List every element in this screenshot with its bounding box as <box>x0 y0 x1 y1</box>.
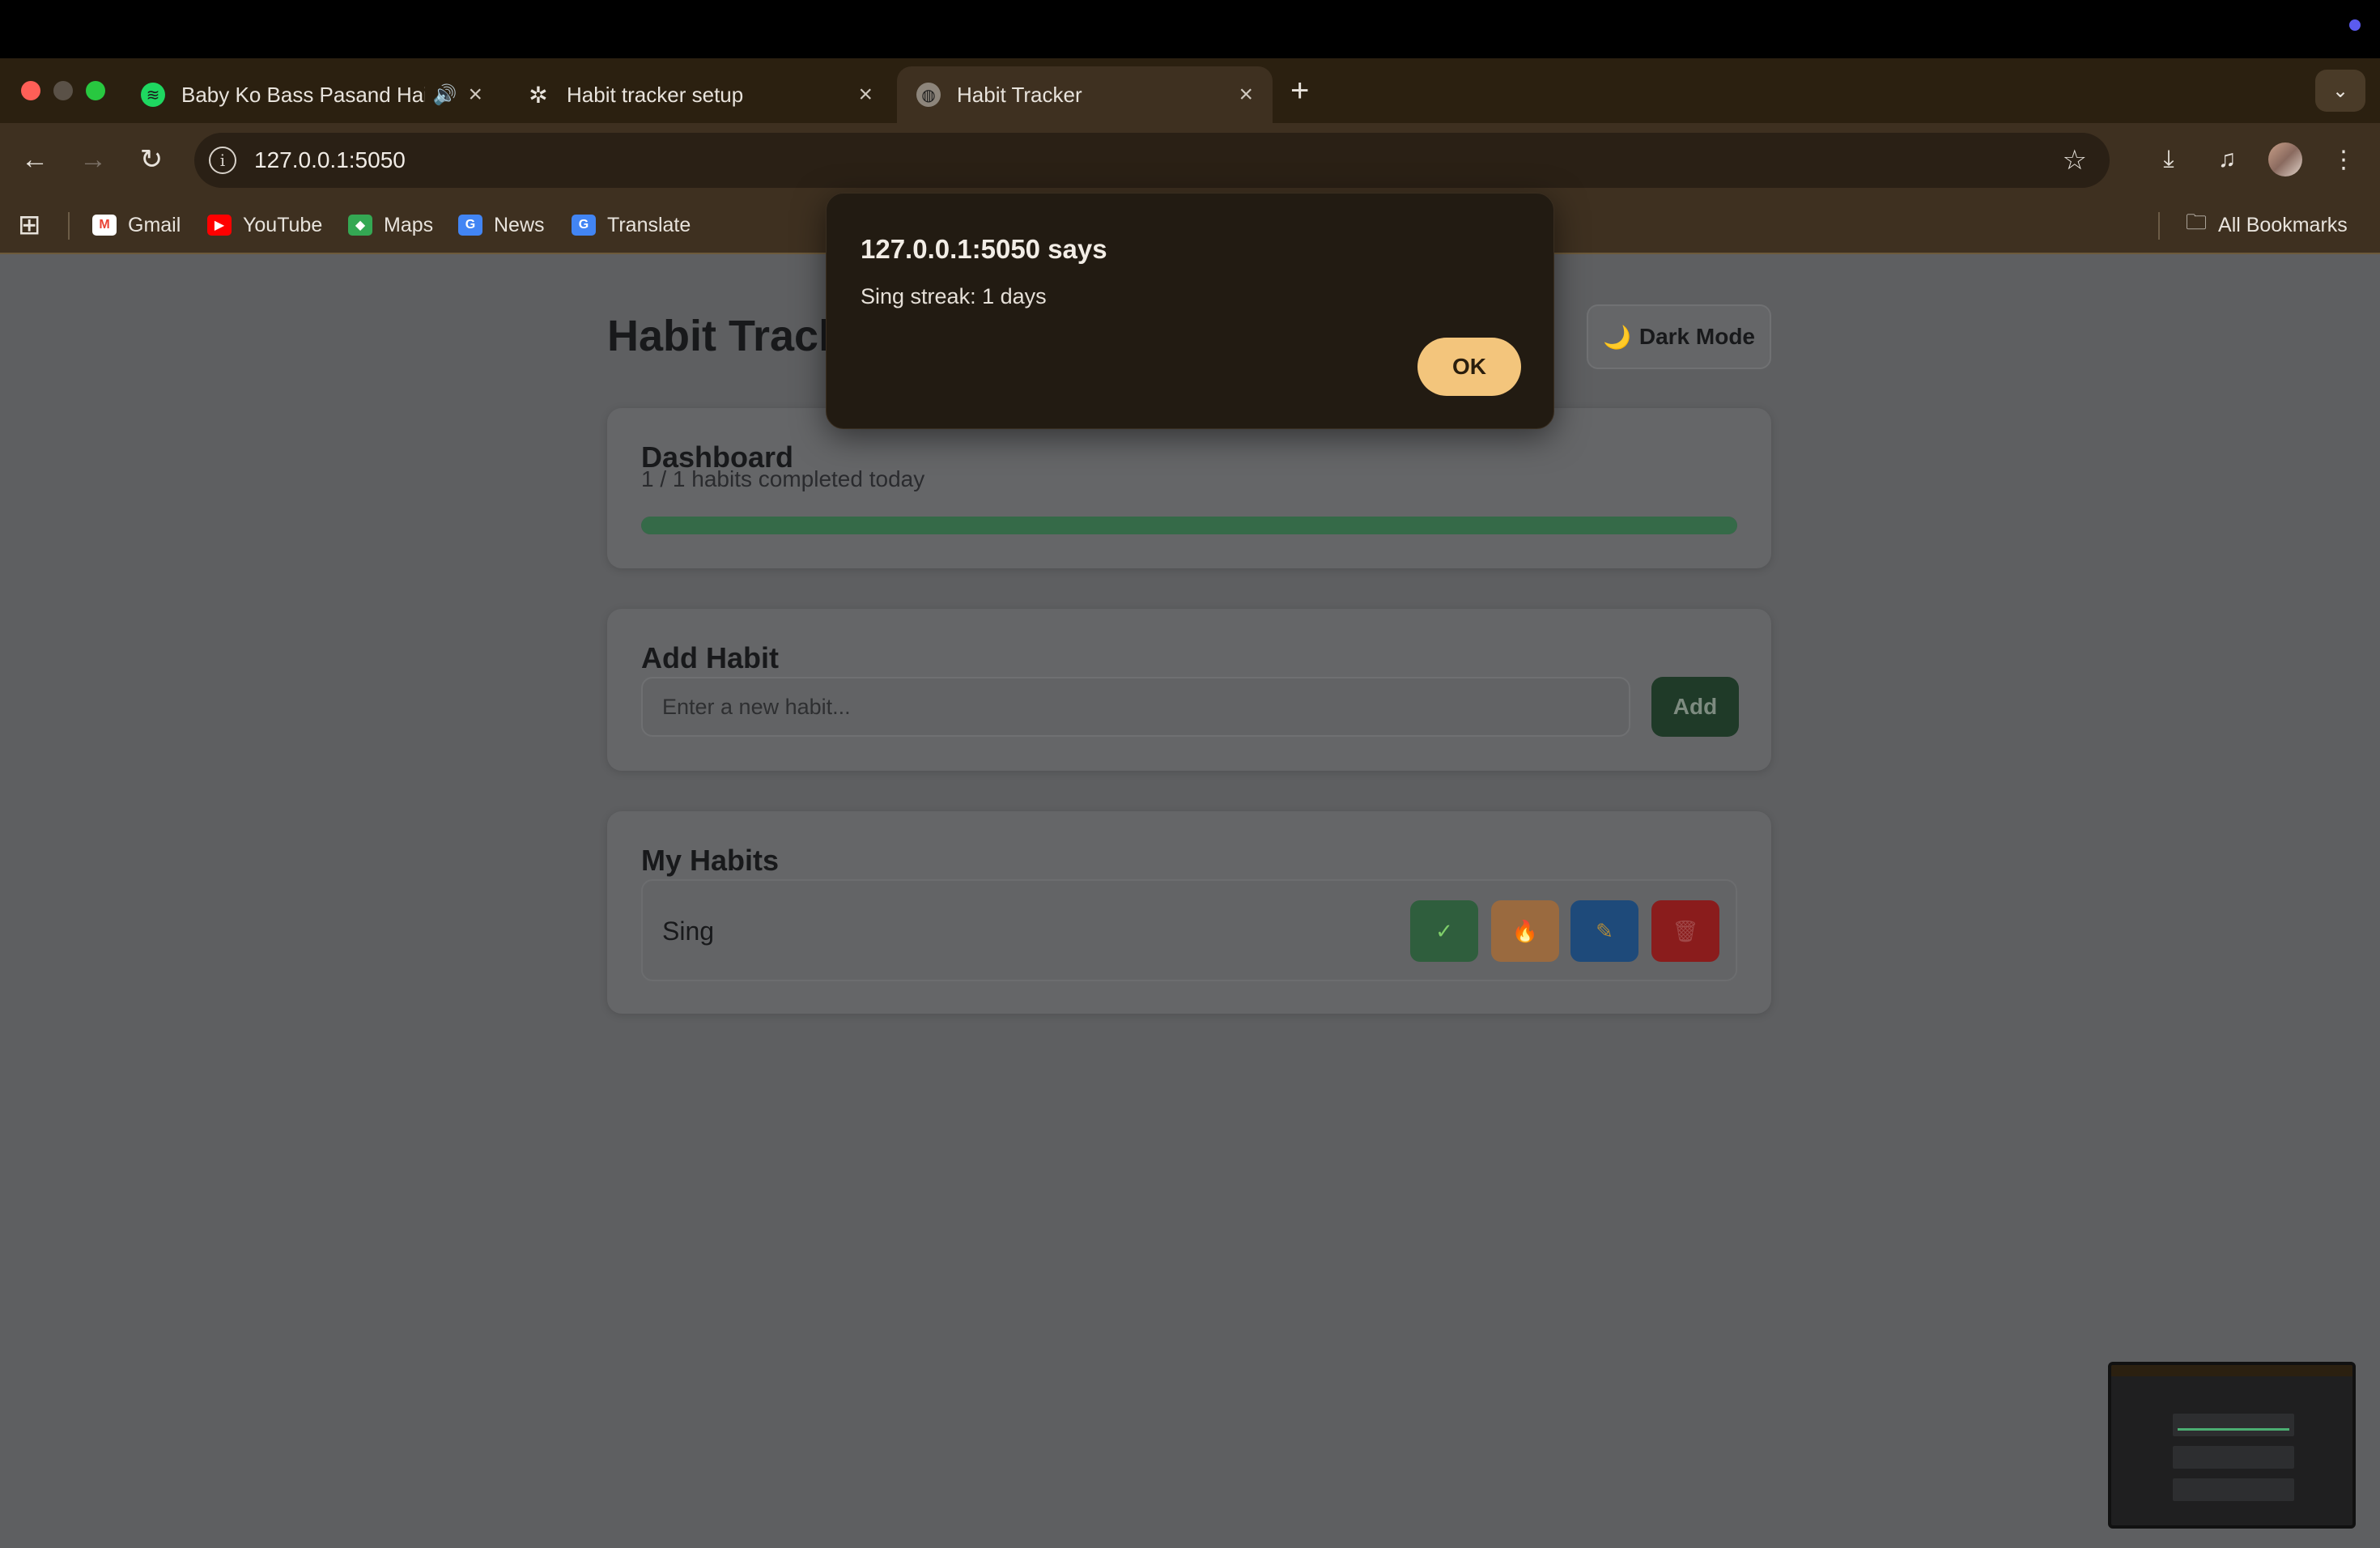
complete-habit-button[interactable]: ✓ <box>1410 900 1478 962</box>
close-tab-icon[interactable]: × <box>1239 81 1253 108</box>
spotify-icon: ≋ <box>141 83 165 107</box>
profile-avatar[interactable] <box>2268 142 2302 176</box>
progress-fill <box>641 517 1737 534</box>
url-input[interactable] <box>254 147 1711 173</box>
bookmark-divider <box>2158 212 2160 240</box>
browser-toolbar: ← → ↻ i ☆ ⤓ ♫ ⋮ <box>0 123 2380 198</box>
bookmark-youtube[interactable]: ▶ YouTube <box>207 211 322 240</box>
download-icon[interactable]: ⤓ <box>2148 139 2189 180</box>
back-icon[interactable]: ← <box>15 139 55 180</box>
bookmark-maps[interactable]: ◆ Maps <box>348 211 433 240</box>
tab-spotify[interactable]: ≋ Baby Ko Bass Pasand Hai 🔊 × <box>121 66 502 123</box>
bookmark-star-icon[interactable]: ☆ <box>2063 144 2087 176</box>
tab-habit-tracker-setup[interactable]: ✲ Habit tracker setup × <box>507 66 892 123</box>
folder-icon: 🗀 <box>2186 210 2208 234</box>
my-habits-card: My Habits Sing ✓ 🔥 ✎ 🗑 <box>607 811 1771 1014</box>
streak-button[interactable]: 🔥 <box>1491 900 1559 962</box>
news-icon: G <box>458 215 482 236</box>
dialog-message: Sing streak: 1 days <box>861 284 1047 308</box>
site-info-icon[interactable]: i <box>209 147 236 174</box>
dialog-title: 127.0.0.1:5050 says <box>861 234 1107 264</box>
progress-bar <box>641 517 1737 534</box>
check-icon: ✓ <box>1435 918 1453 943</box>
alert-dialog: 127.0.0.1:5050 says Sing streak: 1 days … <box>826 193 1554 429</box>
tab-habit-tracker[interactable]: ◍ Habit Tracker × <box>897 66 1273 123</box>
add-habit-card: Add Habit Add <box>607 609 1771 771</box>
fire-icon: 🔥 <box>1511 918 1539 943</box>
page-content: Habit Track 🌙 Dark Mode Dashboard 1 / 1 … <box>0 256 2380 1548</box>
bookmark-divider <box>68 212 70 240</box>
thumbnail-card <box>2173 1414 2294 1436</box>
habit-name: Sing <box>662 916 715 946</box>
dashboard-card: Dashboard 1 / 1 habits completed today <box>607 408 1771 568</box>
bookmark-gmail[interactable]: M Gmail <box>92 211 181 240</box>
bookmark-news[interactable]: G News <box>458 211 545 240</box>
tab-search-icon[interactable]: ⌄ <box>2315 70 2365 112</box>
thumbnail-toolbar <box>2111 1365 2352 1376</box>
system-menu-bar <box>0 0 2380 58</box>
trash-icon: 🗑 <box>1672 918 1699 943</box>
status-dot-icon <box>2349 19 2361 31</box>
menu-icon[interactable]: ⋮ <box>2323 139 2364 180</box>
my-habits-heading: My Habits <box>641 844 780 877</box>
thumbnail-card <box>2173 1446 2294 1469</box>
close-window-icon[interactable] <box>21 81 40 100</box>
all-bookmarks[interactable]: 🗀 All Bookmarks <box>2186 210 2348 240</box>
new-habit-input[interactable] <box>641 677 1630 737</box>
new-tab-button[interactable]: + <box>1290 74 1309 107</box>
youtube-icon: ▶ <box>207 215 232 236</box>
gmail-icon: M <box>92 215 117 236</box>
maximize-window-icon[interactable] <box>86 81 105 100</box>
habit-row: Sing ✓ 🔥 ✎ 🗑 <box>641 879 1737 981</box>
add-habit-button[interactable]: Add <box>1651 677 1739 737</box>
forward-icon[interactable]: → <box>73 139 113 180</box>
moon-icon: 🌙 <box>1602 324 1631 350</box>
apps-grid-icon[interactable]: ⊞ <box>18 210 41 240</box>
openai-icon: ✲ <box>529 82 548 108</box>
media-control-icon[interactable]: ♫ <box>2207 139 2247 180</box>
window-thumbnail[interactable] <box>2108 1362 2356 1529</box>
tab-strip: ≋ Baby Ko Bass Pasand Hai 🔊 × ✲ Habit tr… <box>0 58 2380 123</box>
pencil-icon: ✎ <box>1596 918 1613 943</box>
edit-habit-button[interactable]: ✎ <box>1570 900 1638 962</box>
globe-icon: ◍ <box>916 83 941 107</box>
minimize-window-icon[interactable] <box>53 81 73 100</box>
address-bar[interactable]: i ☆ <box>194 133 2110 188</box>
maps-icon: ◆ <box>348 215 372 236</box>
close-tab-icon[interactable]: × <box>468 81 482 108</box>
delete-habit-button[interactable]: 🗑 <box>1651 900 1719 962</box>
ok-button[interactable]: OK <box>1417 338 1521 396</box>
reload-icon[interactable]: ↻ <box>131 139 172 180</box>
close-tab-icon[interactable]: × <box>858 81 873 108</box>
dark-mode-button[interactable]: 🌙 Dark Mode <box>1587 304 1771 369</box>
translate-icon: G <box>572 215 596 236</box>
speaker-icon[interactable]: 🔊 <box>433 83 457 107</box>
bookmark-translate[interactable]: G Translate <box>572 211 691 240</box>
thumbnail-progress <box>2178 1428 2289 1431</box>
completion-summary: 1 / 1 habits completed today <box>641 466 925 491</box>
page-title: Habit Track <box>607 312 844 360</box>
thumbnail-card <box>2173 1478 2294 1501</box>
add-habit-heading: Add Habit <box>641 641 779 674</box>
